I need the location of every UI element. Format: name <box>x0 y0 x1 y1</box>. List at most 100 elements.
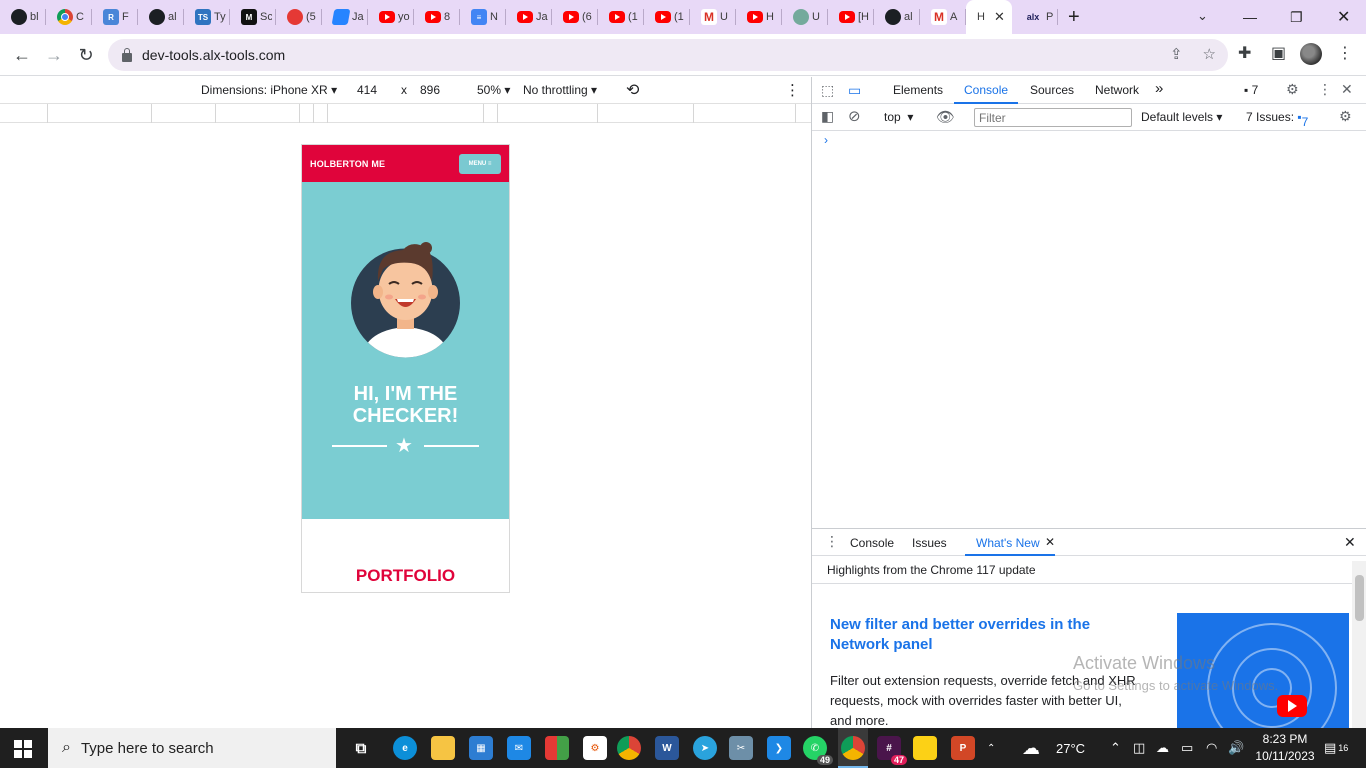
minimize-button[interactable]: — <box>1243 0 1257 34</box>
telegram-icon[interactable]: ➤ <box>693 736 717 760</box>
share-icon[interactable]: ⇪ <box>1170 45 1183 63</box>
tab-network[interactable]: Network <box>1095 83 1139 97</box>
powerpoint-icon[interactable]: P <box>951 736 975 760</box>
meet-now-icon[interactable]: ◫ <box>1133 728 1145 768</box>
bookmark-star-icon[interactable]: ☆ <box>1203 45 1216 63</box>
browser-tab[interactable]: Ja <box>506 0 552 34</box>
sticky-notes-icon[interactable] <box>913 736 937 760</box>
avatar[interactable] <box>1300 43 1322 65</box>
browser-tab[interactable]: H <box>736 0 782 34</box>
lock-icon[interactable] <box>122 47 132 62</box>
back-arrow-icon[interactable]: ← <box>9 43 35 67</box>
kebab-menu-icon[interactable]: ⋮ <box>1337 43 1353 63</box>
snipping-tool-icon[interactable]: ✂ <box>729 736 753 760</box>
browser-tab[interactable]: 8 <box>414 0 460 34</box>
weather-cloud-icon[interactable]: ☁ <box>1022 728 1040 768</box>
slack-icon[interactable]: #47 <box>877 736 907 765</box>
show-hidden-icons-chevron-icon[interactable]: ⌃ <box>1110 728 1121 768</box>
browser-tab[interactable]: alx P <box>1012 0 1058 34</box>
height-input[interactable]: 896 <box>420 83 440 97</box>
console-settings-gear-icon[interactable]: ⚙ <box>1339 108 1352 125</box>
photos-app-icon[interactable] <box>545 736 569 760</box>
app-icon[interactable]: ⚙ <box>583 736 607 760</box>
device-options-icon[interactable]: ⋮ <box>785 81 800 99</box>
issues-badge[interactable]: ▪ 7 <box>1244 83 1258 97</box>
browser-tab[interactable]: (5 <box>276 0 322 34</box>
tab-sources[interactable]: Sources <box>1030 83 1074 97</box>
settings-gear-icon[interactable]: ⚙ <box>1286 81 1299 98</box>
browser-tab[interactable]: C <box>46 0 92 34</box>
profile-button[interactable] <box>1300 43 1322 65</box>
device-dropdown[interactable]: Dimensions: iPhone XR ▾ <box>201 83 337 97</box>
browser-tab[interactable]: U <box>782 0 828 34</box>
drawer-scrollbar[interactable] <box>1352 561 1366 729</box>
sidebar-toggle-icon[interactable]: ◧ <box>821 108 834 125</box>
taskbar-scroll-icon[interactable]: ⌃ <box>987 728 995 768</box>
browser-tab[interactable]: M Sc <box>230 0 276 34</box>
browser-tab[interactable]: [H <box>828 0 874 34</box>
battery-icon[interactable]: ▭ <box>1181 728 1193 768</box>
chrome-active-icon[interactable] <box>841 736 865 760</box>
browser-tab[interactable]: RF <box>92 0 138 34</box>
tab-elements[interactable]: Elements <box>893 83 943 97</box>
browser-tab[interactable]: (1 <box>598 0 644 34</box>
devtools-menu-icon[interactable]: ⋮ <box>1318 81 1332 98</box>
weather-temperature[interactable]: 27°C <box>1056 728 1085 768</box>
reload-icon[interactable]: ↻ <box>73 43 99 67</box>
rotate-icon[interactable]: ⟲ <box>626 80 639 100</box>
brand-name[interactable]: HOLBERTON ME <box>310 159 385 169</box>
chrome-icon[interactable] <box>617 736 641 760</box>
zoom-dropdown[interactable]: 50% ▾ <box>477 83 510 97</box>
browser-tab[interactable]: (1 <box>644 0 690 34</box>
wifi-icon[interactable]: ◠ <box>1206 728 1217 768</box>
browser-tab[interactable]: (6 <box>552 0 598 34</box>
context-dropdown[interactable]: top ▾ <box>884 110 913 124</box>
browser-tab[interactable]: ≡ N <box>460 0 506 34</box>
clear-console-icon[interactable]: ⊘ <box>848 107 861 125</box>
whats-new-headline[interactable]: New filter and better overrides in the N… <box>830 615 1140 655</box>
browser-tab[interactable]: al <box>138 0 184 34</box>
notification-center-icon[interactable]: ▤ 16 <box>1324 728 1348 768</box>
volume-icon[interactable]: 🔊 <box>1228 728 1244 768</box>
tab-console[interactable]: Console <box>964 83 1008 97</box>
close-whats-new-icon[interactable]: ✕ <box>1045 535 1055 549</box>
new-tab-button[interactable]: + <box>1068 6 1080 29</box>
url-text[interactable]: dev-tools.alx-tools.com <box>142 47 285 63</box>
youtube-play-icon[interactable] <box>1277 695 1307 717</box>
task-view-icon[interactable]: ⧉ <box>349 736 373 760</box>
console-prompt[interactable]: › <box>824 133 828 147</box>
drawer-menu-icon[interactable]: ⋮ <box>825 533 839 550</box>
browser-tab[interactable]: bl <box>0 0 46 34</box>
live-expression-eye-icon[interactable]: 👁 <box>936 108 955 126</box>
tab-search-chevron-icon[interactable]: ⌄ <box>1197 8 1208 24</box>
width-input[interactable]: 414 <box>357 83 377 97</box>
issues-link[interactable]: 7 Issues: ▪ 7 <box>1246 110 1308 129</box>
active-tab[interactable]: H ✕ <box>966 0 1012 34</box>
side-panel-icon[interactable]: ▣ <box>1271 43 1286 63</box>
device-toolbar-toggle-icon[interactable]: ▭ <box>848 82 861 99</box>
close-tab-icon[interactable]: ✕ <box>994 9 1005 25</box>
onedrive-cloud-icon[interactable]: ☁ <box>1156 728 1169 768</box>
browser-tab[interactable]: al <box>874 0 920 34</box>
forward-arrow-icon[interactable]: → <box>41 43 67 67</box>
browser-tab[interactable]: MU <box>690 0 736 34</box>
close-drawer-icon[interactable]: ✕ <box>1344 534 1356 551</box>
close-window-button[interactable]: ✕ <box>1337 0 1350 34</box>
extensions-puzzle-icon[interactable]: ✚ <box>1238 43 1251 63</box>
media-query-ruler[interactable] <box>0 104 811 123</box>
file-explorer-icon[interactable] <box>431 736 455 760</box>
taskbar-search-box[interactable]: ⌕ Type here to search <box>48 728 336 768</box>
more-tabs-chevron-icon[interactable]: » <box>1155 80 1163 97</box>
system-clock[interactable]: 8:23 PM 10/11/2023 <box>1250 731 1320 765</box>
browser-tab[interactable]: Ja <box>322 0 368 34</box>
close-devtools-icon[interactable]: ✕ <box>1341 81 1353 98</box>
edge-icon[interactable]: e <box>393 736 417 760</box>
drawer-tab-issues[interactable]: Issues <box>912 536 947 550</box>
console-filter-input[interactable] <box>974 108 1132 127</box>
browser-tab[interactable]: MA <box>920 0 966 34</box>
address-bar[interactable]: dev-tools.alx-tools.com ⇪ ☆ <box>108 39 1228 71</box>
menu-button[interactable]: MENU ≡ <box>459 153 501 174</box>
vscode-icon[interactable]: ❯ <box>767 736 791 760</box>
restore-button[interactable]: ❐ <box>1290 0 1303 34</box>
browser-tab[interactable]: TS Ty <box>184 0 230 34</box>
